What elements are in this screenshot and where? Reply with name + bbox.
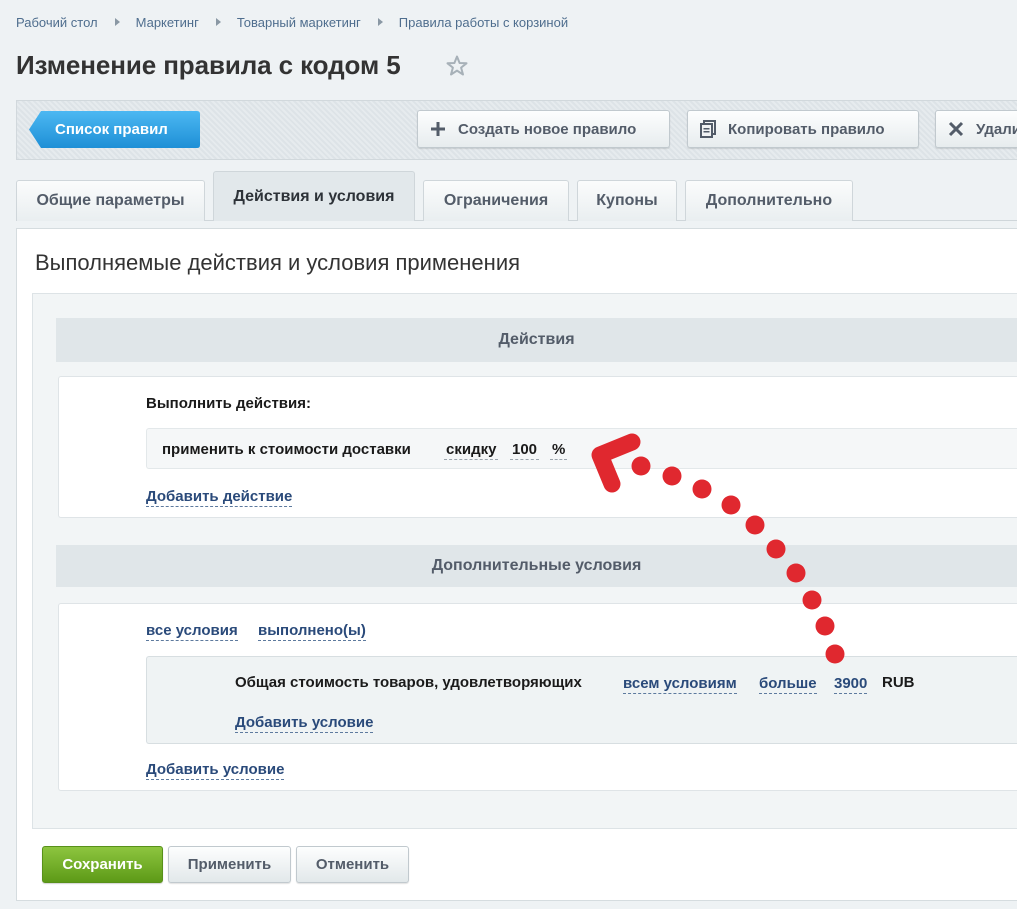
breadcrumb-item-desktop[interactable]: Рабочий стол [16, 15, 98, 30]
condition-value-field[interactable]: 3900 [834, 674, 868, 694]
tab-restrictions[interactable]: Ограничения [423, 180, 569, 221]
rules-list-button[interactable]: Список правил [29, 111, 200, 148]
section-title: Выполняемые действия и условия применени… [35, 250, 521, 275]
delete-rule-button[interactable]: Удалить [935, 110, 1017, 148]
apply-button[interactable]: Применить [168, 846, 291, 883]
discount-value-field[interactable]: 100 [510, 441, 540, 460]
breadcrumb-separator-icon [114, 18, 120, 26]
discount-unit-select[interactable]: % [550, 441, 568, 460]
copy-icon [700, 120, 716, 138]
rules-list-label: Список правил [55, 121, 168, 138]
delete-rule-label: Удалить [976, 120, 1017, 138]
cancel-button[interactable]: Отменить [296, 846, 409, 883]
close-icon [948, 121, 964, 137]
actions-header: Действия [56, 318, 1017, 362]
page-title: Изменение правила с кодом 5 [16, 50, 401, 80]
conditions-header: Дополнительные условия [56, 545, 1017, 587]
actions-label: Выполнить действия: [146, 395, 311, 412]
discount-type-select[interactable]: скидку [444, 441, 499, 460]
add-action-link[interactable]: Добавить действие [146, 487, 293, 507]
save-button[interactable]: Сохранить [42, 846, 163, 883]
plus-icon [431, 122, 445, 136]
create-rule-button[interactable]: Создать новое правило [417, 110, 670, 148]
copy-rule-label: Копировать правило [728, 120, 885, 138]
tab-additional[interactable]: Дополнительно [685, 180, 853, 221]
breadcrumb-separator-icon [377, 18, 383, 26]
condition-currency: RUB [882, 674, 915, 691]
tab-actions-conditions[interactable]: Действия и условия [213, 171, 415, 221]
tab-coupons[interactable]: Купоны [577, 180, 677, 221]
star-icon[interactable] [445, 54, 469, 78]
add-condition-link[interactable]: Добавить условие [146, 760, 285, 780]
create-rule-label: Создать новое правило [458, 120, 637, 138]
tab-general[interactable]: Общие параметры [16, 180, 205, 221]
action-text: применить к стоимости доставки [162, 441, 411, 458]
condition-scope-select[interactable]: всем условиям [623, 674, 737, 694]
breadcrumb: Рабочий стол Маркетинг Товарный маркетин… [16, 14, 568, 30]
condition-text: Общая стоимость товаров, удовлетворяющих [235, 674, 582, 691]
all-conditions-select[interactable]: все условия [146, 621, 238, 641]
copy-rule-button[interactable]: Копировать правило [687, 110, 919, 148]
comparison-select[interactable]: больше [759, 674, 817, 694]
fulfilled-select[interactable]: выполнено(ы) [258, 621, 366, 641]
breadcrumb-separator-icon [215, 18, 221, 26]
breadcrumb-item-marketing[interactable]: Маркетинг [136, 15, 199, 30]
breadcrumb-item-product-marketing[interactable]: Товарный маркетинг [237, 15, 361, 30]
add-subcondition-link[interactable]: Добавить условие [235, 713, 374, 733]
breadcrumb-item-cart-rules[interactable]: Правила работы с корзиной [399, 15, 568, 30]
